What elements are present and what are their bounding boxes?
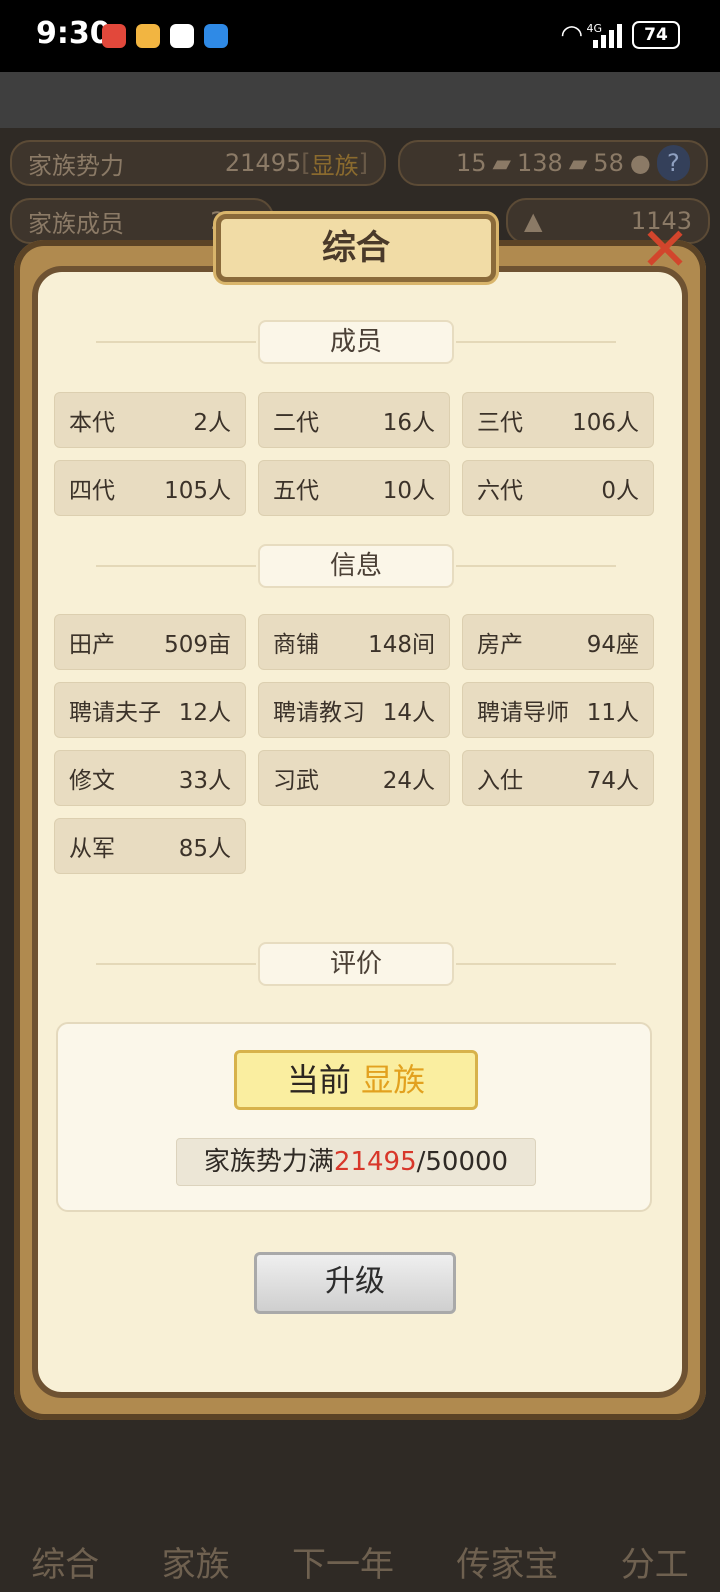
cell-value: 148间 <box>368 632 435 658</box>
wood-icon: ▰ <box>492 149 512 177</box>
battery-indicator: 74 <box>632 21 680 49</box>
nav-next-year[interactable]: 下一年 <box>292 1537 394 1586</box>
cell-value: 105人 <box>164 478 231 504</box>
info-cell: 聘请导师 11人 <box>462 682 654 738</box>
weather-icon <box>204 24 228 48</box>
nav-overview[interactable]: 综合 <box>31 1537 99 1586</box>
resource-book-value: 58 <box>593 149 624 177</box>
status-bar: 9:30 4G ◠ 74 <box>0 0 720 72</box>
cell-value: 11人 <box>586 700 639 726</box>
cell-label: 习武 <box>273 768 319 794</box>
cell-label: 六代 <box>477 478 523 504</box>
rating-box: 当前 显族 家族势力满21495/50000 <box>56 1022 652 1212</box>
power-value: 21495 <box>224 149 302 177</box>
nav-family[interactable]: 家族 <box>162 1537 230 1586</box>
cell-label: 三代 <box>477 410 523 436</box>
member-gen-cell: 三代 106人 <box>462 392 654 448</box>
help-button[interactable]: ? <box>656 145 690 181</box>
info-cell: 聘请夫子 12人 <box>54 682 246 738</box>
cell-label: 本代 <box>69 410 115 436</box>
cell-label: 从军 <box>69 836 115 862</box>
section-members-label: 成员 <box>258 320 454 364</box>
current-rank-label: 当前 <box>286 1061 351 1099</box>
power-rank: 显族 <box>310 151 359 180</box>
cell-label: 四代 <box>69 478 115 504</box>
power-bar: 家族势力 21495 [ 显族 ] <box>10 140 386 186</box>
progress-current: 21495 <box>333 1147 417 1177</box>
cell-label: 商铺 <box>273 632 319 658</box>
resource-gold-value: 138 <box>517 149 563 177</box>
upgrade-button[interactable]: 升级 <box>254 1252 456 1314</box>
cell-label: 入仕 <box>477 768 523 794</box>
section-rating-header: 评价 <box>96 942 616 986</box>
silver-icon: ▲ <box>524 207 543 235</box>
power-rank-close: ] <box>358 149 368 177</box>
power-label: 家族势力 <box>28 151 124 180</box>
power-progress: 家族势力满21495/50000 <box>176 1138 536 1186</box>
signal-icon <box>593 22 622 48</box>
info-cell: 习武 24人 <box>258 750 450 806</box>
top-band <box>0 72 720 128</box>
status-time: 9:30 <box>36 16 111 51</box>
cell-label: 二代 <box>273 410 319 436</box>
cell-value: 33人 <box>178 768 231 794</box>
member-gen-cell: 本代 2人 <box>54 392 246 448</box>
cell-label: 田产 <box>69 632 115 658</box>
info-cell: 田产 509亩 <box>54 614 246 670</box>
member-gen-cell: 六代 0人 <box>462 460 654 516</box>
cell-value: 106人 <box>572 410 639 436</box>
member-gen-cell: 二代 16人 <box>258 392 450 448</box>
cell-label: 聘请教习 <box>273 700 365 726</box>
section-info-header: 信息 <box>96 544 616 588</box>
cell-label: 聘请导师 <box>477 700 569 726</box>
coin-icon: ● <box>629 149 651 177</box>
progress-label: 家族势力满 <box>203 1147 334 1177</box>
cell-label: 房产 <box>477 632 523 658</box>
member-gen-cell: 四代 105人 <box>54 460 246 516</box>
resource-wood-value: 15 <box>456 149 487 177</box>
nav-heirloom[interactable]: 传家宝 <box>456 1537 558 1586</box>
notification-app-icon <box>102 24 126 48</box>
cell-value: 94座 <box>586 632 639 658</box>
cell-value: 12人 <box>178 700 231 726</box>
bottom-nav: 综合 家族 下一年 传家宝 分工 <box>0 1432 720 1592</box>
cell-value: 24人 <box>382 768 435 794</box>
cell-value: 509亩 <box>164 632 231 658</box>
modal-title: 综合 <box>216 214 496 282</box>
book-icon: ▰ <box>568 149 588 177</box>
cell-value: 0人 <box>601 478 639 504</box>
info-cell: 房产 94座 <box>462 614 654 670</box>
info-cell: 聘请教习 14人 <box>258 682 450 738</box>
section-members-header: 成员 <box>96 320 616 364</box>
wifi-icon: ◠ <box>560 20 583 50</box>
members-label: 家族成员 <box>28 209 124 238</box>
cell-value: 14人 <box>382 700 435 726</box>
close-icon[interactable]: ✕ <box>630 220 700 290</box>
cell-value: 85人 <box>178 836 231 862</box>
cell-value: 16人 <box>382 410 435 436</box>
nav-division[interactable]: 分工 <box>621 1537 689 1586</box>
current-rank-value: 显族 <box>361 1061 426 1099</box>
info-cell: 修文 33人 <box>54 750 246 806</box>
info-cell: 商铺 148间 <box>258 614 450 670</box>
cell-label: 修文 <box>69 768 115 794</box>
info-cell: 从军 85人 <box>54 818 246 874</box>
member-gen-cell: 五代 10人 <box>258 460 450 516</box>
cell-value: 2人 <box>193 410 231 436</box>
progress-max: 50000 <box>425 1147 509 1177</box>
info-cell: 入仕 74人 <box>462 750 654 806</box>
cell-value: 74人 <box>586 768 639 794</box>
section-rating-label: 评价 <box>258 942 454 986</box>
cell-label: 聘请夫子 <box>69 700 161 726</box>
current-rank-badge: 当前 显族 <box>234 1050 478 1110</box>
notification-app-icon <box>136 24 160 48</box>
cell-value: 10人 <box>382 478 435 504</box>
resource-bar: 15 ▰ 138 ▰ 58 ● ? <box>398 140 708 186</box>
power-rank-open: [ <box>301 149 311 177</box>
section-info-label: 信息 <box>258 544 454 588</box>
cell-label: 五代 <box>273 478 319 504</box>
notification-app-icon <box>170 24 194 48</box>
